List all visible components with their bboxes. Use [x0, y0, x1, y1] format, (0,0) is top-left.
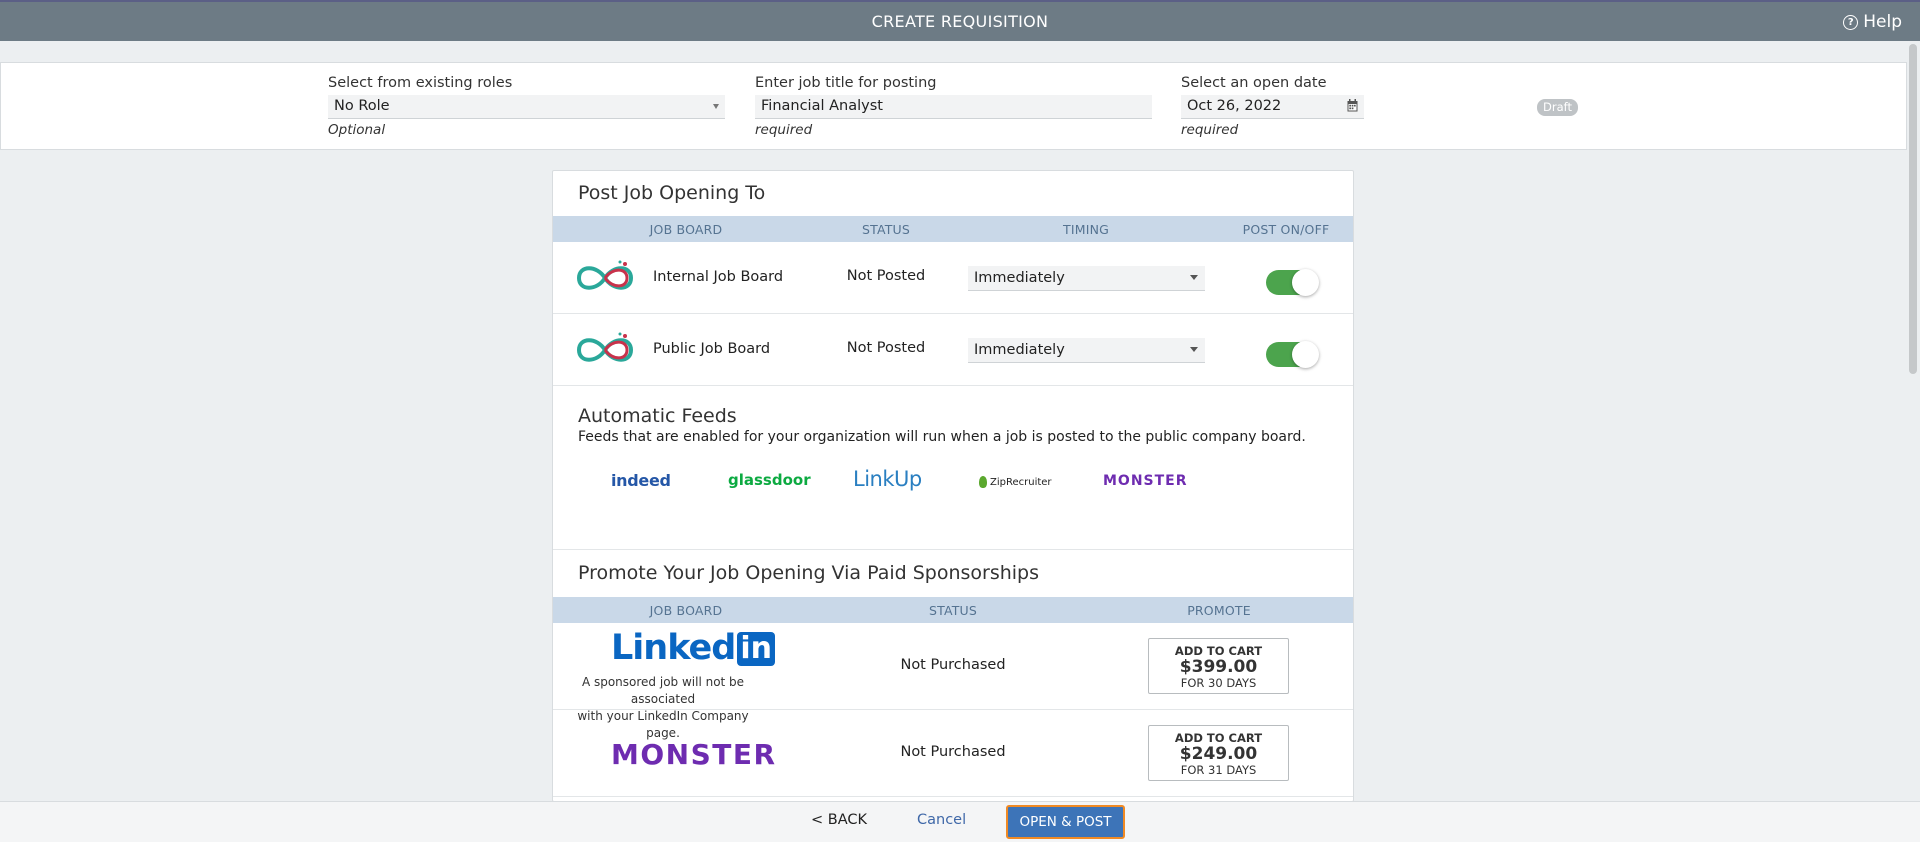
post-table-header: JOB BOARD STATUS TIMING POST ON/OFF: [553, 216, 1353, 242]
chevron-down-icon: [1190, 347, 1198, 352]
feeds-title: Automatic Feeds: [578, 405, 737, 427]
col-status: STATUS: [928, 603, 978, 618]
table-row: Public Job Board Not Posted Immediately: [553, 314, 1353, 386]
open-date-group: Select an open date Oct 26, 2022 require…: [1181, 75, 1364, 138]
status-badge: Draft: [1537, 99, 1578, 116]
ziprecruiter-icon: [979, 476, 987, 488]
job-title-group: Enter job title for posting Financial An…: [755, 75, 1152, 138]
linkedin-in-icon: in: [737, 632, 775, 666]
job-title-input[interactable]: Financial Analyst: [755, 95, 1152, 119]
board-status: Not Posted: [846, 268, 926, 284]
col-job-board: JOB BOARD: [649, 222, 723, 237]
linkedin-wordmark: Linked: [611, 628, 736, 668]
help-icon: ?: [1843, 14, 1859, 30]
job-title-value: Financial Analyst: [761, 98, 883, 114]
cancel-button[interactable]: Cancel: [917, 812, 966, 828]
open-date-note: required: [1181, 122, 1239, 138]
section-divider: [553, 549, 1353, 550]
open-date-input[interactable]: Oct 26, 2022: [1181, 95, 1364, 119]
add-to-cart-button[interactable]: ADD TO CART $399.00 FOR 30 DAYS: [1148, 638, 1289, 694]
add-to-cart-button[interactable]: ADD TO CART $249.00 FOR 31 DAYS: [1148, 725, 1289, 781]
linkedin-logo: Linked in: [611, 630, 775, 666]
timing-value: Immediately: [974, 342, 1065, 358]
cart-duration: FOR 30 DAYS: [1180, 676, 1257, 690]
board-name: Internal Job Board: [653, 269, 784, 285]
col-post-on-off: POST ON/OFF: [1242, 222, 1330, 237]
ziprecruiter-logo: ZipRecruiter: [979, 476, 1052, 488]
open-date-label: Select an open date: [1181, 75, 1327, 91]
cart-duration: FOR 31 DAYS: [1180, 763, 1257, 777]
cart-label: ADD TO CART: [1174, 644, 1263, 658]
monster-feed-logo: MONSTER: [1103, 473, 1188, 489]
monster-logo: MONSTER: [611, 738, 777, 771]
linkedin-note-line1: A sponsored job will not be associated: [581, 675, 745, 706]
infinity-logo-icon: [576, 332, 634, 362]
col-job-board: JOB BOARD: [649, 603, 723, 618]
cart-price: $399.00: [1179, 657, 1258, 677]
scrollbar[interactable]: [1909, 44, 1917, 374]
board-status: Not Posted: [846, 340, 926, 356]
help-label: Help: [1863, 12, 1902, 32]
purchase-status: Not Purchased: [900, 657, 1006, 673]
feeds-description: Feeds that are enabled for your organiza…: [578, 429, 1306, 445]
table-row: Linked in A sponsored job will not be as…: [553, 623, 1353, 740]
col-timing: TIMING: [1062, 222, 1110, 237]
chevron-down-icon: [713, 104, 719, 109]
promote-section-title: Promote Your Job Opening Via Paid Sponso…: [578, 562, 1040, 584]
post-section-title: Post Job Opening To: [578, 182, 766, 204]
job-title-label: Enter job title for posting: [755, 75, 937, 91]
table-row: MONSTER Not Purchased ADD TO CART $249.0…: [553, 710, 1353, 797]
top-bar: CREATE REQUISITION ? Help: [0, 0, 1920, 41]
col-promote: PROMOTE: [1187, 603, 1251, 618]
timing-value: Immediately: [974, 270, 1065, 286]
footer-bar: < BACK Cancel OPEN & POST: [0, 801, 1920, 842]
cart-label: ADD TO CART: [1174, 731, 1263, 745]
table-row: Internal Job Board Not Posted Immediatel…: [553, 242, 1353, 314]
role-value: No Role: [334, 98, 390, 114]
post-toggle[interactable]: [1266, 341, 1319, 368]
promote-table-header: JOB BOARD STATUS PROMOTE: [553, 597, 1353, 623]
toggle-knob: [1292, 341, 1319, 368]
role-select[interactable]: No Role: [328, 95, 725, 119]
page-title: CREATE REQUISITION: [871, 12, 1049, 31]
timing-select[interactable]: Immediately: [968, 266, 1205, 291]
purchase-status: Not Purchased: [900, 744, 1006, 760]
post-toggle[interactable]: [1266, 269, 1319, 296]
linkup-logo: LinkUp: [853, 467, 922, 491]
cart-price: $249.00: [1179, 744, 1258, 764]
posting-card: Post Job Opening To JOB BOARD STATUS TIM…: [552, 170, 1354, 802]
job-title-note: required: [755, 122, 813, 138]
open-date-value: Oct 26, 2022: [1187, 98, 1282, 114]
requisition-form: Select from existing roles No Role Optio…: [0, 62, 1907, 150]
indeed-logo: indeed: [611, 471, 671, 490]
toggle-knob: [1292, 269, 1319, 296]
chevron-down-icon: [1190, 275, 1198, 280]
role-group: Select from existing roles No Role Optio…: [328, 75, 725, 138]
infinity-logo-icon: [576, 260, 634, 290]
timing-select[interactable]: Immediately: [968, 338, 1205, 363]
role-label: Select from existing roles: [328, 75, 513, 91]
glassdoor-logo: glassdoor: [728, 471, 811, 489]
ziprecruiter-label: ZipRecruiter: [990, 476, 1052, 488]
board-name: Public Job Board: [653, 341, 771, 357]
open-and-post-button[interactable]: OPEN & POST: [1006, 805, 1125, 839]
role-note: Optional: [328, 122, 386, 138]
col-status: STATUS: [861, 222, 911, 237]
back-button[interactable]: < BACK: [811, 812, 867, 828]
calendar-icon[interactable]: [1347, 99, 1358, 112]
help-button[interactable]: ? Help: [1843, 12, 1902, 32]
